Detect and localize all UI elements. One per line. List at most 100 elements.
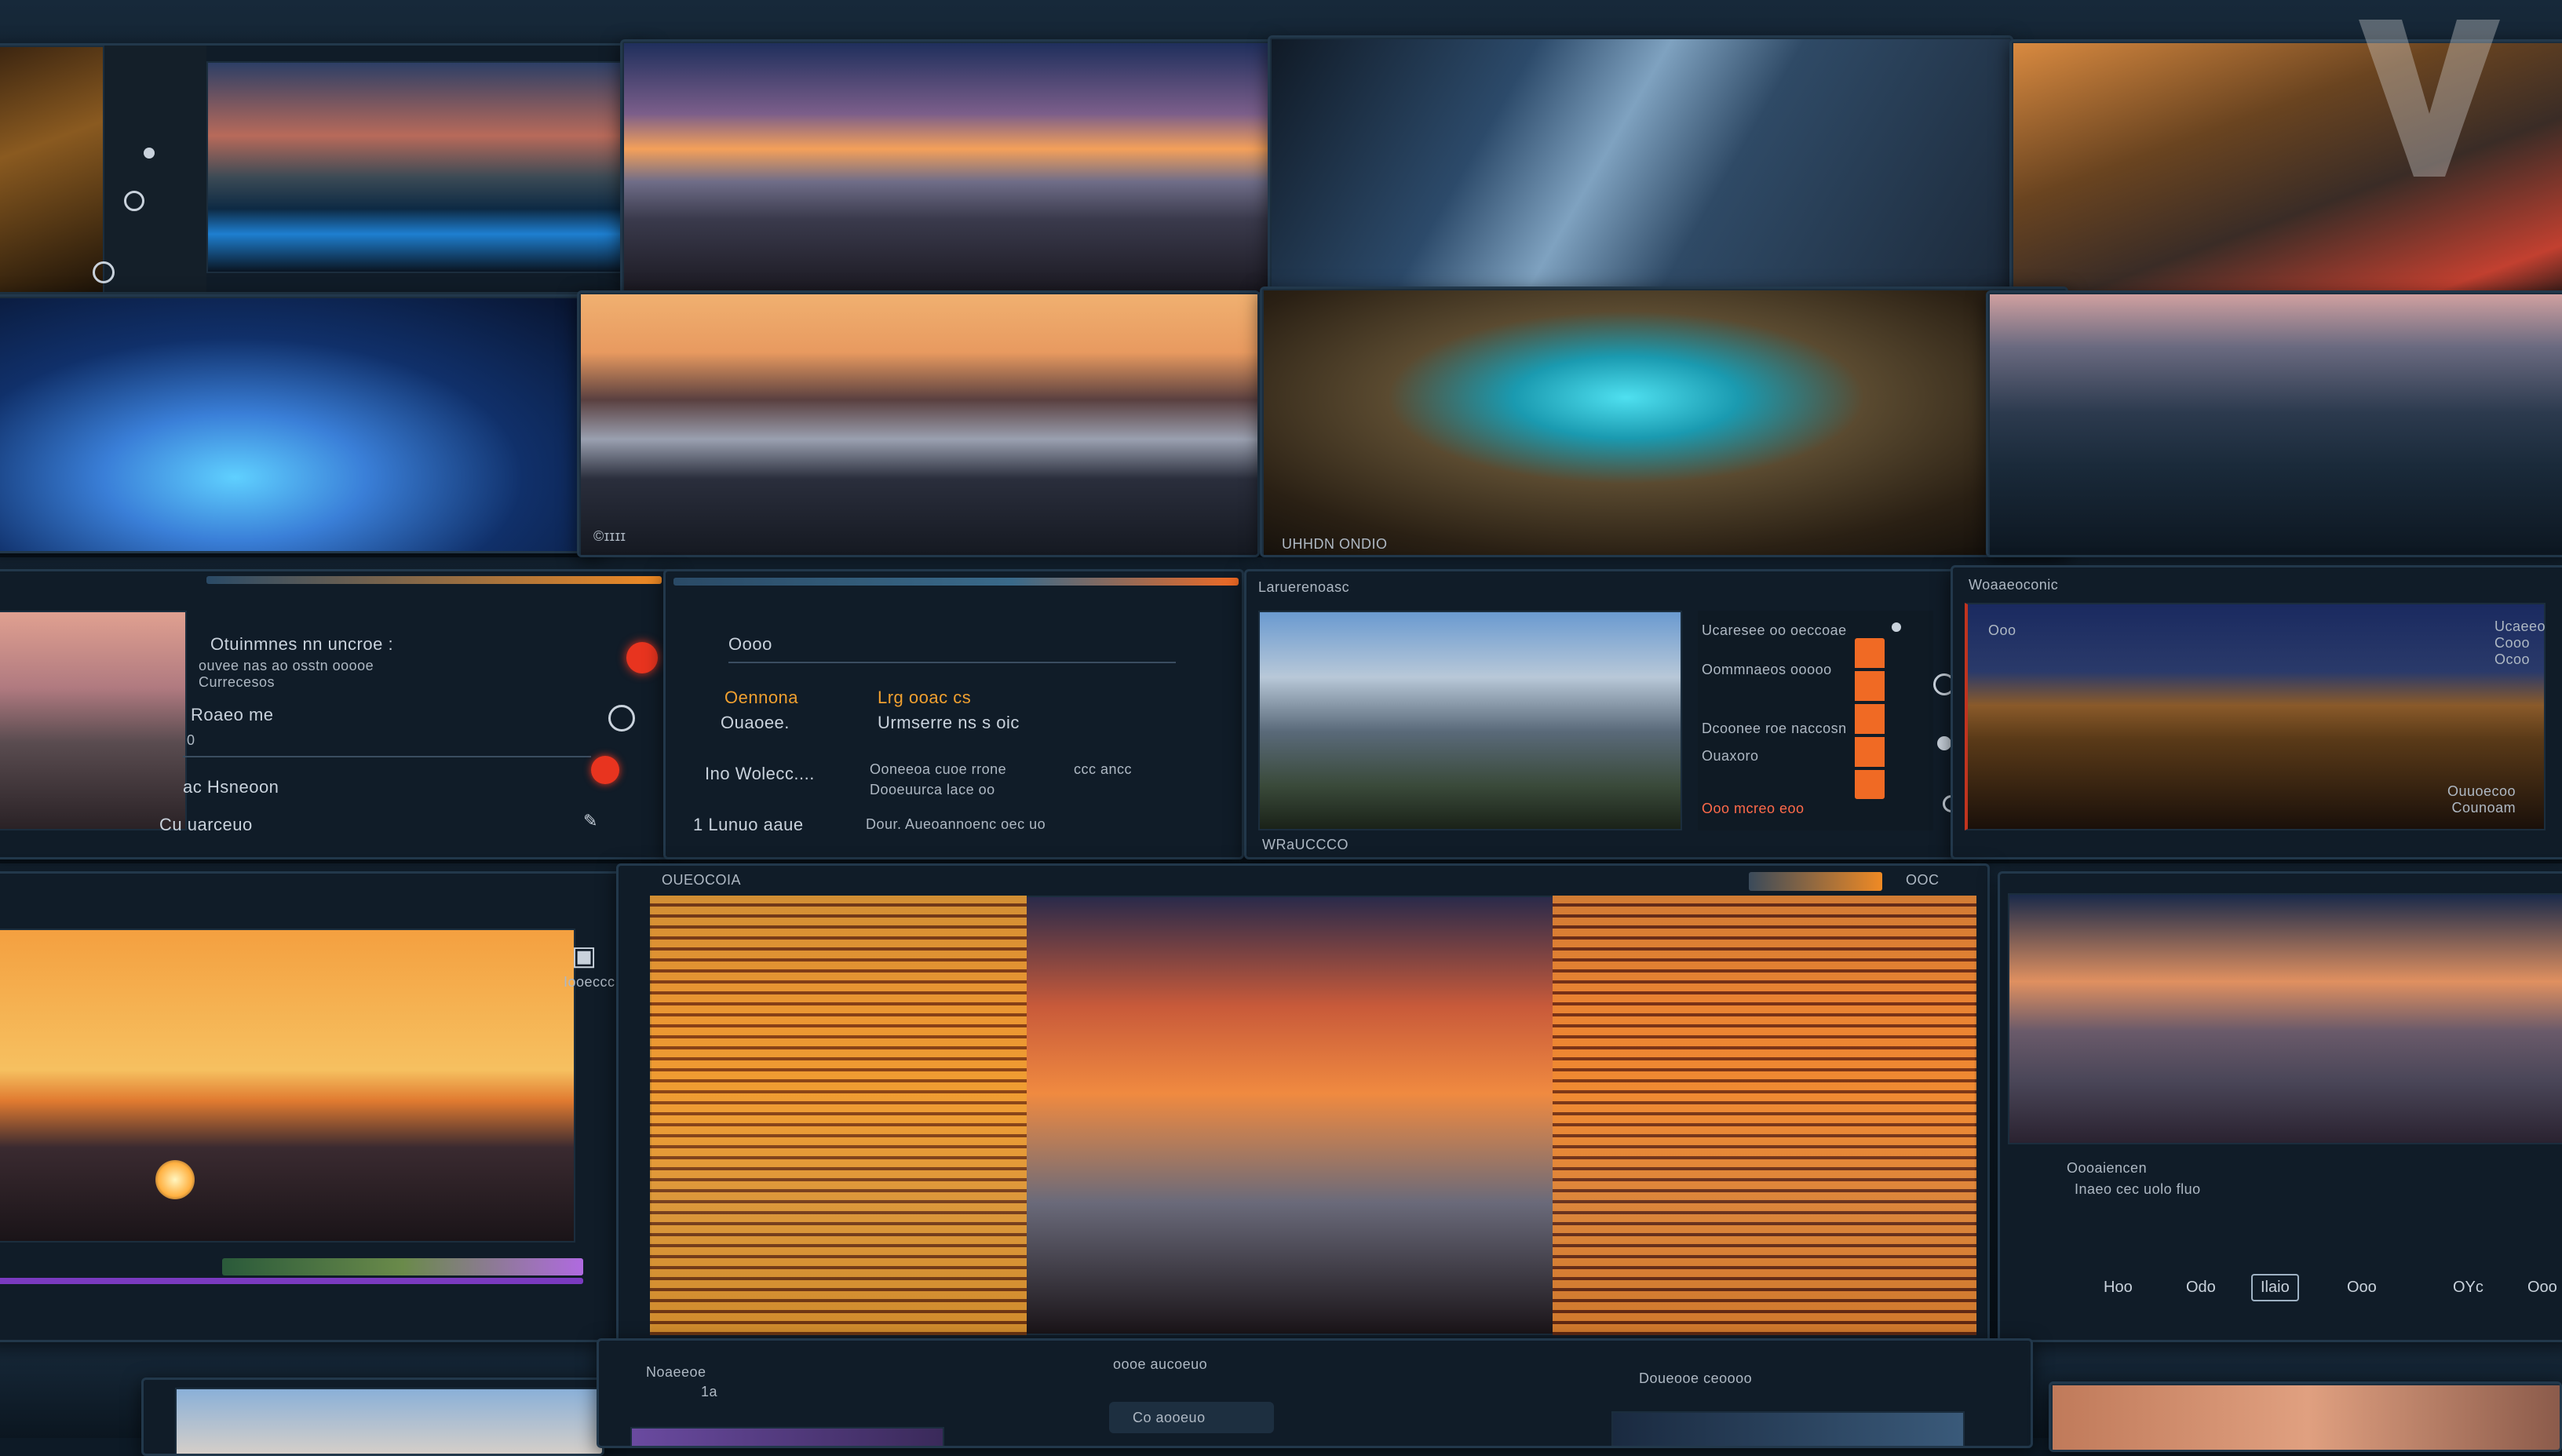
film-icon[interactable]: ▣: [571, 940, 597, 972]
panel4-caption: Ouuoecoo Counoam: [2447, 783, 2516, 816]
blinds-left: [650, 896, 1027, 1335]
panel3-list-item[interactable]: Oommnaeos ooooo: [1702, 662, 1832, 678]
timeline-scrubber[interactable]: [222, 1258, 583, 1275]
photo-warm-building: [2051, 1384, 2560, 1450]
tile-waterfront-blue[interactable]: [1986, 290, 2562, 557]
panel2-item-value2: Dooeuurca lace oo: [870, 782, 995, 797]
divider: [728, 662, 1176, 663]
side-control-strip: [104, 46, 206, 292]
harbor-caption: ©ɪɪɪɪ: [593, 528, 626, 544]
settings-panel-2: Oooo Oennona Lrg ooac cs Ouaoee. Urmserr…: [663, 569, 1244, 859]
panel3-list-item[interactable]: Ouaxoro: [1702, 748, 1759, 764]
bottom-label-3: Doueooe ceoooo: [1639, 1370, 1753, 1386]
progress-accent-3: [1749, 872, 1882, 891]
panel1-field-value[interactable]: 0: [187, 732, 195, 749]
bottom-label-1: Noaeeoe: [646, 1364, 706, 1380]
settings-panel-1: Otuinmnes nn uncroe : ouvee nas ao osstn…: [0, 569, 675, 859]
panel1-field-label: Roaeo me: [191, 705, 274, 724]
divider: [183, 756, 591, 757]
level-meter: [1855, 638, 1885, 799]
photo-blue-strip: [1611, 1411, 1965, 1446]
panel3-title: Laruerenoasc: [1258, 579, 1350, 595]
panel4-title: Woaaeoconic: [1969, 577, 2059, 593]
panel2-row-label: Ouaoee.: [721, 713, 790, 732]
panel2-item-extra: ccc ancc: [1074, 761, 1133, 777]
tile-light-tower[interactable]: [0, 294, 604, 553]
tab-5[interactable]: OYc: [2443, 1274, 2493, 1301]
center-panel-title: OUEOCOIA: [662, 872, 742, 888]
photo-waterfront-blue: [1988, 293, 2562, 555]
panel1-heading: Otuinmnes nn uncroe :: [210, 634, 394, 654]
panel2-footer-right: Dour. Aueoannoenc oec uo: [866, 816, 1046, 832]
camera-icon[interactable]: [93, 261, 115, 283]
tile-glass-city[interactable]: [1268, 35, 2013, 294]
tile-blinds-skyline[interactable]: OUEOCOIA OOC: [616, 863, 1990, 1350]
panel1-section-label: ac Hsneoon: [183, 777, 279, 797]
record-icon[interactable]: [124, 191, 144, 211]
stadium-caption: UHHDN ONDIO: [1282, 536, 1388, 552]
settings-panel-3: Laruerenoasc Ucaresee oo oeccoae Oommnae…: [1244, 569, 1966, 859]
progress-accent: [206, 576, 662, 584]
photo-ocean-sunset: [0, 929, 575, 1243]
panel3-list-item[interactable]: Dcoonee roe naccosn: [1702, 721, 1847, 737]
tile-sky-clouds[interactable]: [141, 1378, 604, 1456]
photo-light-tower: [0, 297, 602, 551]
center-panel-tag: OOC: [1906, 872, 1940, 888]
photo-sunset-mountains: [622, 42, 1269, 292]
caption-line-2: Inaeo cec uolo fluo: [2075, 1181, 2201, 1197]
progress-accent-2: [673, 578, 1239, 586]
panel3-list-item[interactable]: Ucaresee oo oeccoae: [1702, 622, 1847, 639]
tile-sunset-mountains[interactable]: [620, 39, 1272, 294]
photo-bay-lights: [206, 61, 646, 273]
panel1-footer-label: Cu uarceuo: [159, 815, 253, 834]
panel2-item-label: Ino Wolecc....: [705, 764, 815, 783]
panel1-subheading: ouvee nas ao osstn ooooe Currecesos: [199, 658, 374, 690]
panel2-orange-value[interactable]: Lrg ooac cs: [878, 688, 971, 708]
photo-dusk-town: [0, 611, 187, 830]
photo-stadium: [1262, 289, 2066, 555]
settings-panel-4: Woaaeoconic Ooo Ucaeeo Cooo Ocoo Ouuoeco…: [1951, 565, 2562, 859]
tab-2[interactable]: Odo: [2177, 1274, 2225, 1301]
panel2-orange-label: Oennona: [724, 688, 799, 707]
caption-line-1: Oooaiencen: [2067, 1160, 2148, 1176]
photo-city-night: [0, 46, 104, 292]
stop-button[interactable]: [591, 756, 619, 784]
photo-sky-clouds: [175, 1388, 602, 1454]
refresh-button[interactable]: [608, 705, 635, 732]
toggle-icon[interactable]: [144, 148, 155, 159]
tile-stadium[interactable]: UHHDN ONDIO: [1260, 286, 2068, 557]
bottom-panel-center: Noaeeoe 1a oooe aucoeuo Co aooeuo Doueoo…: [597, 1338, 2033, 1448]
panel2-title: Oooo: [728, 634, 772, 654]
v-logo-icon: [2359, 20, 2500, 177]
blinds-right: [1553, 896, 1976, 1335]
photo-harbor-sunset: [579, 293, 1257, 555]
panel4-right-text: Ucaeeo Cooo Ocoo: [2494, 619, 2546, 667]
panel4-tag: Ooo: [1988, 622, 2016, 638]
tile-warm-building[interactable]: [2049, 1381, 2562, 1452]
tile-city-night-lights[interactable]: [0, 43, 651, 294]
record-button[interactable]: [626, 642, 658, 673]
photo-glass-city: [1270, 38, 2011, 292]
tab-3[interactable]: Ilaio: [2251, 1274, 2299, 1301]
timeline-track: [0, 1278, 583, 1284]
tile-ocean-sunset[interactable]: ▣ Iooeccc: [0, 871, 644, 1342]
bottom-label-2: oooe aucoeuo: [1113, 1356, 1208, 1372]
bottom-sub-label: 1a: [701, 1384, 718, 1399]
tab-4[interactable]: Ooo: [2338, 1274, 2386, 1301]
tile-harbor-sunset[interactable]: ©ɪɪɪɪ: [577, 290, 1260, 557]
tab-1[interactable]: Hoo: [2094, 1274, 2142, 1301]
panel3-list-item[interactable]: Ooo mcreo eoo: [1702, 801, 1805, 817]
tab-6[interactable]: Ooo: [2518, 1274, 2562, 1301]
tile-sea-dome[interactable]: Oooaiencen Inaeo cec uolo fluo Hoo Odo I…: [1998, 871, 2562, 1342]
photo-coastal-city: [1258, 611, 1682, 830]
play-icon[interactable]: [1937, 736, 1951, 750]
photo-sea-dome: [2008, 893, 2562, 1144]
bottom-chip-label: Co aooeuo: [1133, 1410, 1206, 1425]
sun-glow: [155, 1160, 195, 1199]
film-icon-caption: Iooeccc: [564, 974, 615, 990]
panel2-row-value[interactable]: Urmserre ns s oic: [878, 713, 1020, 733]
edit-icon[interactable]: ✎: [583, 811, 598, 831]
panel3-caption: WRaUCCCO: [1262, 837, 1349, 852]
panel2-item-value: Ooneeoa cuoe rrone: [870, 761, 1007, 777]
volume-icon[interactable]: [1892, 622, 1901, 632]
